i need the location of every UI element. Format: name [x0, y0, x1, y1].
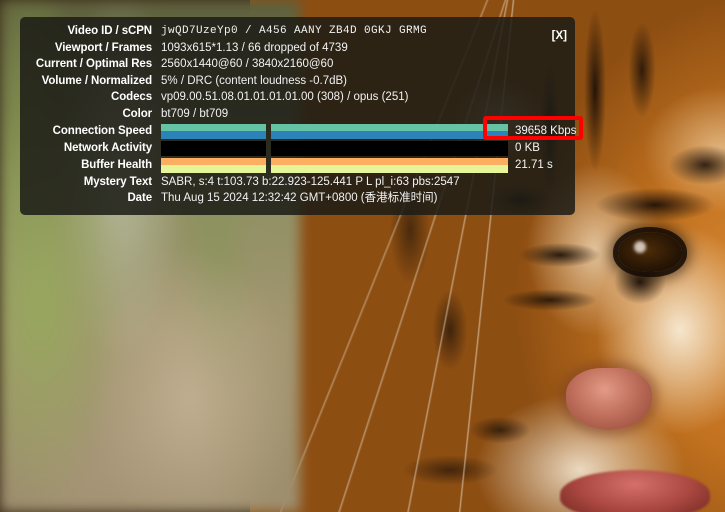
- stats-for-nerds-panel: [X] Video ID / sCPN jwQD7UzeYp0 / A456 AA…: [20, 17, 577, 215]
- graph-bar-lower: [271, 164, 508, 173]
- stat-label: Video ID / sCPN: [67, 25, 152, 37]
- graph-bar-lower: [161, 147, 266, 156]
- stat-label: Mystery Text: [83, 175, 152, 188]
- stat-row: Date Thu Aug 15 2024 12:32:42 GMT+0800 (香…: [20, 190, 575, 207]
- stat-label: Current / Optimal Res: [35, 58, 152, 71]
- stat-row: Current / Optimal Res 2560x1440@60 / 3840…: [20, 56, 575, 73]
- stat-graph-row: Network Activity 0 KB: [20, 140, 575, 157]
- stat-label: Connection Speed: [52, 124, 152, 137]
- stat-value: SABR, s:4 t:103.73 b:22.923-125.441 P L …: [161, 175, 460, 188]
- tiger-eye: [618, 232, 682, 272]
- graph-segment: [161, 157, 266, 173]
- stat-row: Volume / Normalized 5% / DRC (content lou…: [20, 73, 575, 90]
- tiger-mouth: [560, 470, 710, 512]
- stats-graph-rows: Connection Speed 39658 Kbps Network Activi…: [20, 123, 577, 174]
- stat-label: Buffer Health: [81, 158, 152, 171]
- stat-label: Viewport / Frames: [54, 41, 152, 54]
- graph-bar-upper: [161, 123, 266, 131]
- stat-row: Viewport / Frames 1093x615*1.13 / 66 drop…: [20, 40, 575, 57]
- graph-segment: [161, 123, 266, 139]
- graph-segment: [271, 157, 508, 173]
- graph-bar-upper: [271, 123, 508, 131]
- graph-segment: [161, 140, 266, 156]
- stat-value: 5% / DRC (content loudness -0.7dB): [161, 74, 348, 87]
- stat-graph-row: Connection Speed 39658 Kbps: [20, 123, 577, 140]
- graph-bar-lower: [161, 130, 266, 139]
- stat-graph-readout: 39658 Kbps: [515, 124, 577, 137]
- stat-row: Codecs vp09.00.51.08.01.01.01.01.00 (308)…: [20, 89, 575, 106]
- stats-text-rows: Video ID / sCPN jwQD7UzeYp0 / A456 AANY Z…: [20, 23, 575, 123]
- stat-value: jwQD7UzeYp0 / A456 AANY ZB4D 0GKJ GRMG: [161, 25, 428, 37]
- stat-label: Color: [122, 107, 152, 120]
- graph-bar-lower: [271, 130, 508, 139]
- stat-row: Video ID / sCPN jwQD7UzeYp0 / A456 AANY Z…: [20, 23, 575, 40]
- graph-segment: [271, 140, 508, 156]
- stat-graph: [161, 123, 508, 139]
- stats-footer-rows: Mystery Text SABR, s:4 t:103.73 b:22.923-…: [20, 174, 575, 207]
- graph-bar-upper: [161, 140, 266, 148]
- graph-bar-upper: [271, 157, 508, 165]
- graph-bar-upper: [271, 140, 508, 148]
- stat-label: Network Activity: [63, 141, 152, 154]
- stat-row: Mystery Text SABR, s:4 t:103.73 b:22.923-…: [20, 174, 575, 191]
- stat-value: bt709 / bt709: [161, 107, 229, 120]
- graph-bar-lower: [271, 147, 508, 156]
- stat-value: 1093x615*1.13 / 66 dropped of 4739: [161, 41, 348, 54]
- stat-graph-row: Buffer Health 21.71 s: [20, 157, 575, 174]
- stat-graph-readout: 21.71 s: [515, 158, 553, 171]
- graph-segment: [271, 123, 508, 139]
- tiger-nose: [566, 368, 652, 430]
- stat-graph: [161, 157, 508, 173]
- stat-label: Volume / Normalized: [41, 74, 152, 87]
- stat-value: Thu Aug 15 2024 12:32:42 GMT+0800 (香港标准时…: [161, 192, 438, 205]
- stat-label: Date: [127, 192, 152, 205]
- stat-label: Codecs: [111, 91, 152, 104]
- stat-value: 2560x1440@60 / 3840x2160@60: [161, 58, 334, 71]
- graph-bar-lower: [161, 164, 266, 173]
- stat-value: vp09.00.51.08.01.01.01.01.00 (308) / opu…: [161, 91, 409, 104]
- stat-graph-readout: 0 KB: [515, 141, 540, 154]
- stat-graph: [161, 140, 508, 156]
- graph-bar-upper: [161, 157, 266, 165]
- stat-row: Color bt709 / bt709: [20, 106, 575, 123]
